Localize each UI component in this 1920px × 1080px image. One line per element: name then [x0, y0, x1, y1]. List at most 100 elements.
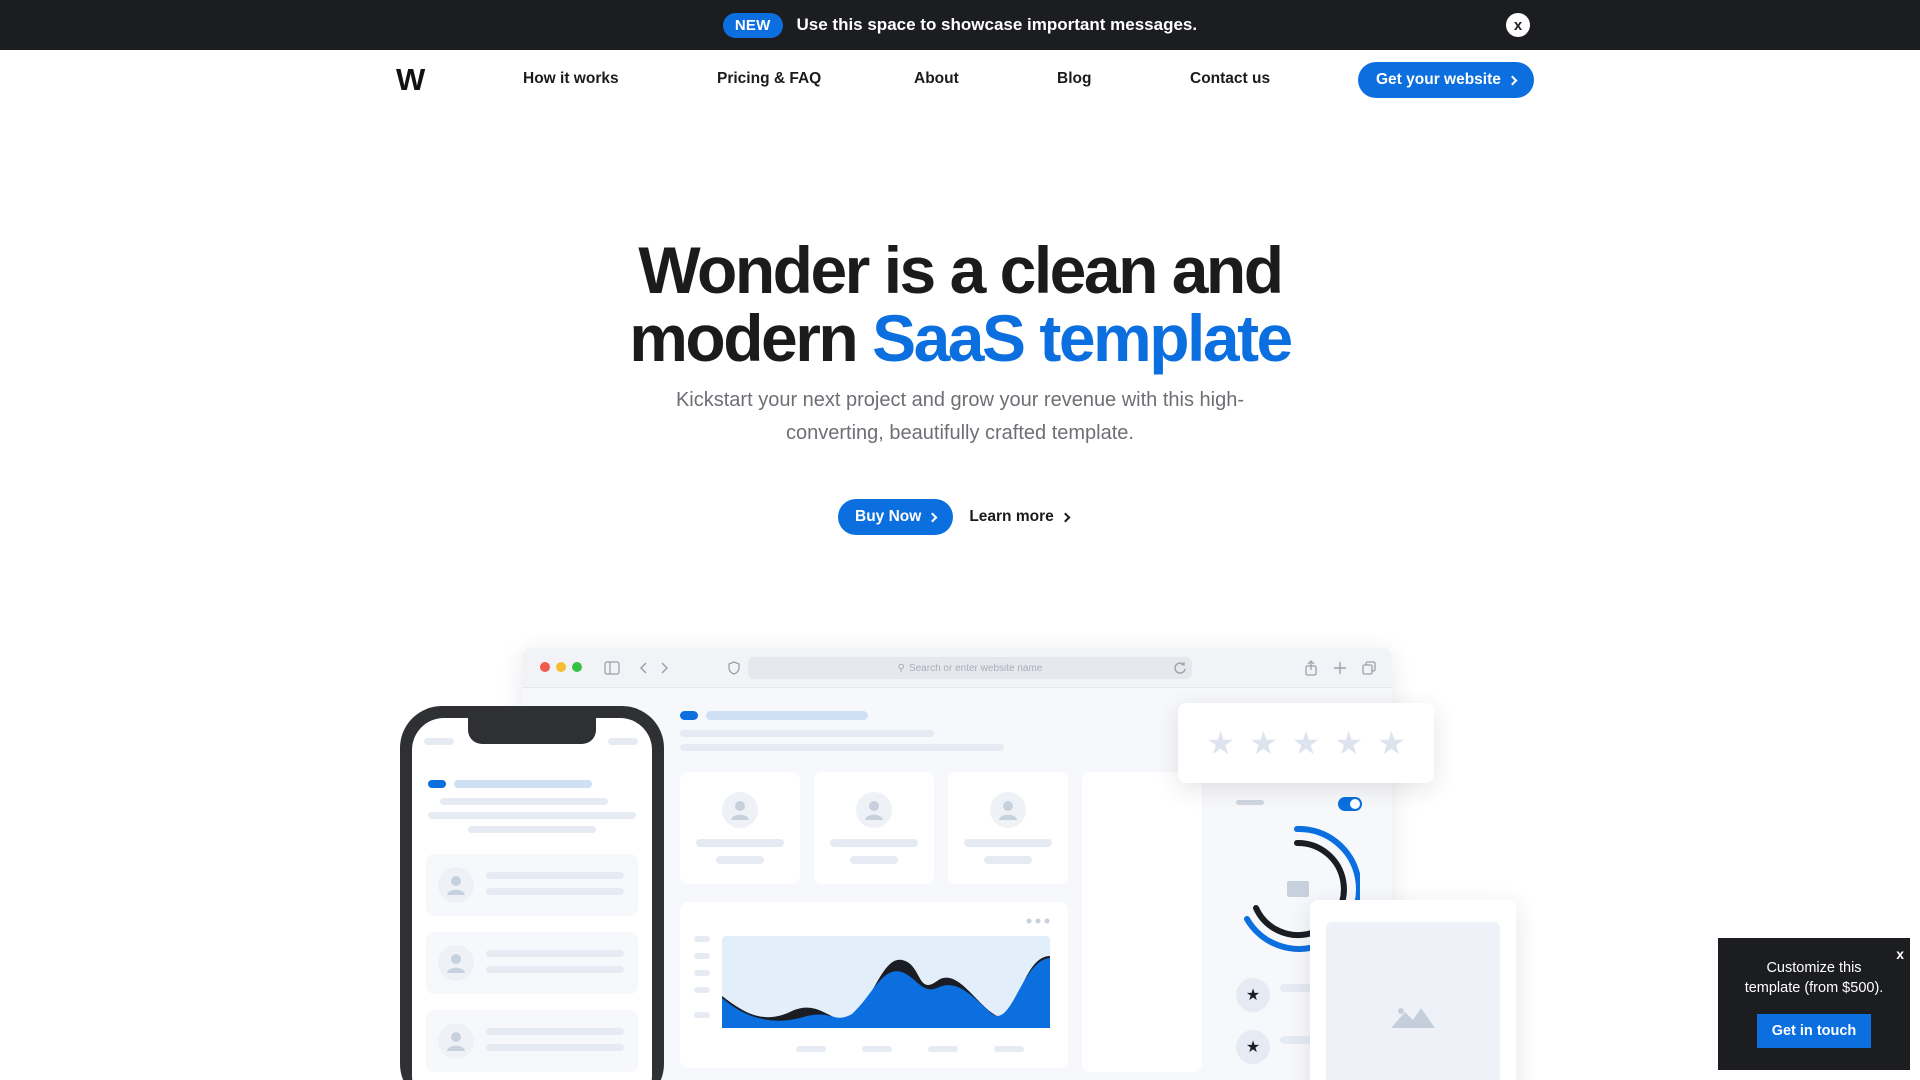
- empty-card: [1082, 772, 1202, 1072]
- profile-card: [680, 772, 800, 884]
- nav-link-contact-us[interactable]: Contact us: [1190, 70, 1270, 88]
- text-placeholder: [486, 872, 624, 879]
- axis-tick: [694, 936, 710, 942]
- text-placeholder: [486, 950, 624, 957]
- axis-tick: [694, 970, 710, 976]
- share-icon: [1305, 660, 1317, 676]
- announcement-content: NEW Use this space to showcase important…: [722, 12, 1197, 38]
- logo[interactable]: W: [396, 62, 425, 98]
- axis-tick: [694, 1012, 710, 1018]
- popup-message: Customize this template (from $500).: [1718, 958, 1910, 998]
- mountain-image-icon: [1391, 1008, 1435, 1028]
- tabs-icon: [1362, 661, 1376, 675]
- text-placeholder: [486, 1028, 624, 1035]
- chart-card: [680, 902, 1068, 1068]
- axis-tick: [694, 987, 710, 993]
- heading-placeholder: [706, 711, 868, 720]
- list-item: [426, 1010, 638, 1072]
- text-placeholder: [964, 839, 1052, 847]
- chevron-right-icon: [1060, 512, 1071, 522]
- area-chart-illustration: [722, 936, 1050, 1028]
- search-icon: ⚲: [897, 662, 905, 674]
- back-icon: [639, 662, 647, 674]
- star-icon: ★: [1236, 1030, 1270, 1064]
- customize-popup: x Customize this template (from $500). G…: [1718, 938, 1910, 1070]
- image-placeholder: [1326, 922, 1500, 1080]
- profile-card: [814, 772, 934, 884]
- popup-text-line1: Customize this: [1766, 960, 1862, 976]
- text-placeholder: [850, 856, 898, 864]
- shield-icon: [728, 661, 740, 675]
- rating-card: ★ ★ ★ ★ ★: [1178, 703, 1434, 783]
- more-icon: [1026, 918, 1050, 924]
- hero-title-line2-plain: modern: [629, 301, 873, 375]
- hero-title: Wonder is a clean and modern SaaS templa…: [0, 236, 1920, 372]
- hero-title-accent: SaaS template: [872, 301, 1293, 375]
- accent-pill: [680, 711, 698, 720]
- address-bar-placeholder: Search or enter website name: [908, 662, 1043, 674]
- user-icon: [856, 792, 892, 828]
- status-placeholder: [608, 738, 638, 745]
- get-your-website-label: Get your website: [1376, 71, 1501, 88]
- main-nav: W How it works Pricing & FAQ About Blog …: [0, 50, 1920, 110]
- star-icon: ★: [1248, 725, 1278, 761]
- text-placeholder: [486, 1044, 624, 1051]
- user-icon: [438, 867, 474, 903]
- new-badge: NEW: [722, 12, 783, 38]
- user-icon: [722, 792, 758, 828]
- heading-placeholder: [454, 780, 592, 788]
- hero-subtitle: Kickstart your next project and grow you…: [640, 384, 1280, 450]
- learn-more-link[interactable]: Learn more: [969, 508, 1071, 526]
- buy-now-label: Buy Now: [855, 508, 922, 525]
- text-placeholder: [680, 730, 934, 737]
- nav-link-pricing-faq[interactable]: Pricing & FAQ: [717, 70, 821, 88]
- phone-screen: [412, 718, 652, 1080]
- address-bar: ⚲ Search or enter website name: [748, 657, 1192, 679]
- star-icon: ★: [1334, 725, 1364, 761]
- chevron-right-icon: [927, 512, 938, 522]
- get-your-website-button[interactable]: Get your website: [1358, 62, 1534, 98]
- buy-now-button[interactable]: Buy Now: [838, 499, 954, 535]
- toggle-switch: [1338, 797, 1362, 811]
- forward-icon: [661, 662, 669, 674]
- minimize-dot-icon: [556, 662, 566, 672]
- user-icon: [438, 945, 474, 981]
- chevron-right-icon: [1507, 75, 1518, 85]
- axis-tick: [862, 1046, 892, 1052]
- axis-tick: [694, 953, 710, 959]
- image-card: [1310, 900, 1516, 1080]
- star-icon: ★: [1236, 978, 1270, 1012]
- text-placeholder: [428, 812, 636, 819]
- text-placeholder: [1236, 800, 1264, 805]
- phone-mockup: [400, 706, 664, 1080]
- nav-link-about[interactable]: About: [914, 70, 959, 88]
- phone-notch: [468, 718, 596, 744]
- axis-tick: [994, 1046, 1024, 1052]
- announcement-bar: NEW Use this space to showcase important…: [0, 0, 1920, 50]
- axis-tick: [928, 1046, 958, 1052]
- status-placeholder: [424, 738, 454, 745]
- text-placeholder: [486, 888, 624, 895]
- nav-link-how-it-works[interactable]: How it works: [523, 70, 619, 88]
- user-icon: [990, 792, 1026, 828]
- close-dot-icon: [540, 662, 550, 672]
- list-item: [426, 854, 638, 916]
- hero-title-line1: Wonder is a clean and: [638, 233, 1284, 307]
- user-icon: [438, 1023, 474, 1059]
- text-placeholder: [468, 826, 596, 833]
- star-icon: ★: [1377, 725, 1406, 761]
- text-placeholder: [486, 966, 624, 973]
- announcement-close-button[interactable]: x: [1506, 13, 1530, 37]
- list-item: [426, 932, 638, 994]
- get-in-touch-button[interactable]: Get in touch: [1757, 1014, 1871, 1048]
- reload-icon: [1174, 662, 1186, 674]
- text-placeholder: [680, 744, 1004, 751]
- hero-subtitle-line1: Kickstart your next project and grow you…: [675, 389, 1245, 411]
- browser-toolbar: ⚲ Search or enter website name: [522, 648, 1392, 688]
- text-placeholder: [716, 856, 764, 864]
- accent-pill: [428, 780, 446, 788]
- new-tab-icon: [1334, 662, 1346, 674]
- nav-link-blog[interactable]: Blog: [1057, 70, 1091, 88]
- text-placeholder: [440, 798, 608, 805]
- star-icon: ★: [1206, 725, 1235, 761]
